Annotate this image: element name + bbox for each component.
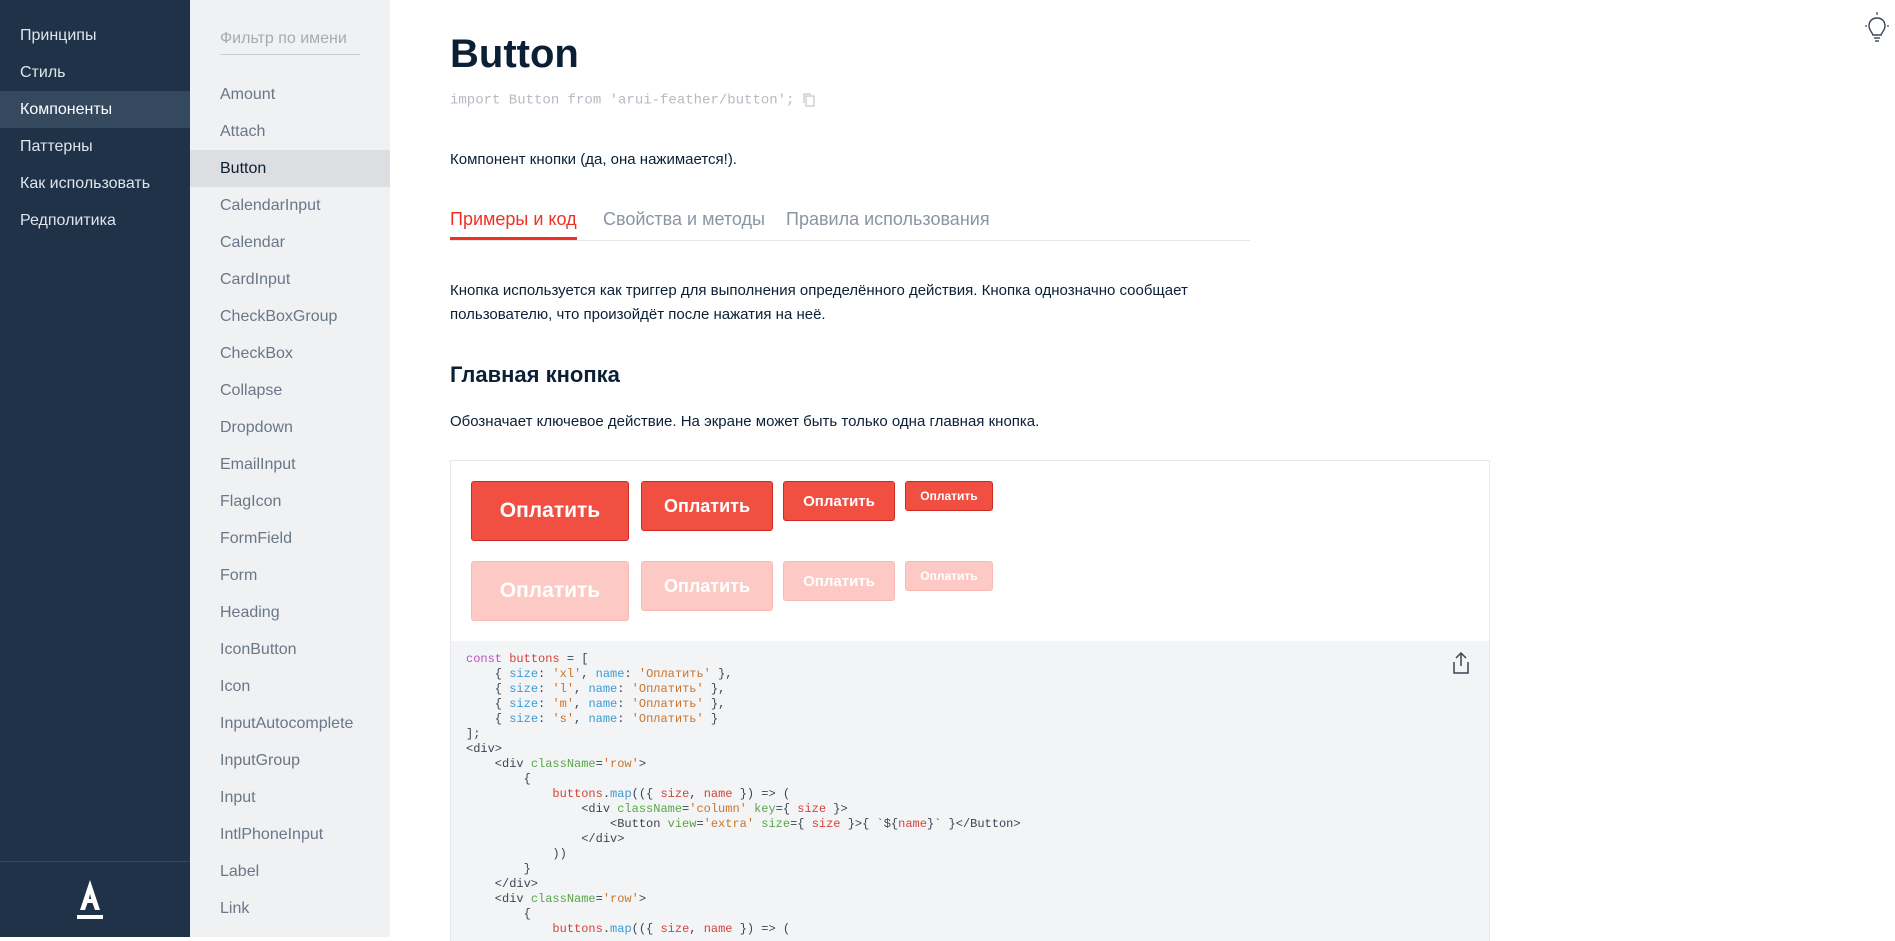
component-item-button[interactable]: Button — [190, 150, 390, 187]
tab-props[interactable]: Свойства и методы — [603, 203, 765, 240]
code-snippet: const buttons = [ { size: 'xl', name: 'О… — [466, 652, 1021, 936]
component-item-inputautocomplete[interactable]: InputAutocomplete — [190, 705, 390, 742]
lightbulb-icon[interactable] — [1863, 12, 1891, 46]
nav-item-style[interactable]: Стиль — [0, 54, 190, 91]
component-description: Компонент кнопки (да, она нажимается!). — [450, 151, 737, 168]
component-item-inputgroup[interactable]: InputGroup — [190, 742, 390, 779]
component-item-formfield[interactable]: FormField — [190, 520, 390, 557]
pay-button-m[interactable]: Оплатить — [783, 481, 895, 521]
share-icon[interactable] — [1451, 651, 1471, 675]
component-item-calendar[interactable]: Calendar — [190, 224, 390, 261]
component-item-dropdown[interactable]: Dropdown — [190, 409, 390, 446]
tab-examples[interactable]: Примеры и код — [450, 203, 577, 240]
component-item-amount[interactable]: Amount — [190, 76, 390, 113]
component-item-link[interactable]: Link — [190, 890, 390, 927]
component-list: Amount Attach Button CalendarInput Calen… — [190, 0, 390, 937]
section-description: Обозначает ключевое действие. На экране … — [450, 413, 1040, 430]
component-item-emailinput[interactable]: EmailInput — [190, 446, 390, 483]
component-item-intlphoneinput[interactable]: IntlPhoneInput — [190, 816, 390, 853]
nav-list: Принципы Стиль Компоненты Паттерны Как и… — [0, 0, 190, 239]
component-item-collapse[interactable]: Collapse — [190, 372, 390, 409]
component-items: Amount Attach Button CalendarInput Calen… — [190, 76, 390, 927]
pay-button-l[interactable]: Оплатить — [641, 481, 773, 531]
code-block[interactable]: const buttons = [ { size: 'xl', name: 'О… — [450, 641, 1490, 941]
component-item-form[interactable]: Form — [190, 557, 390, 594]
copy-icon[interactable] — [802, 92, 816, 108]
section-title: Главная кнопка — [450, 362, 620, 387]
main-nav: Принципы Стиль Компоненты Паттерны Как и… — [0, 0, 190, 937]
pay-button-xl-disabled: Оплатить — [471, 561, 629, 621]
component-item-checkbox[interactable]: CheckBox — [190, 335, 390, 372]
nav-item-how-to-use[interactable]: Как использовать — [0, 165, 190, 202]
component-item-input[interactable]: Input — [190, 779, 390, 816]
nav-item-editorial-policy[interactable]: Редполитика — [0, 202, 190, 239]
component-item-icon[interactable]: Icon — [190, 668, 390, 705]
tab-rules[interactable]: Правила использования — [786, 203, 990, 240]
component-item-label[interactable]: Label — [190, 853, 390, 890]
page-title: Button — [450, 32, 579, 76]
intro-paragraph: Кнопка используется как триггер для выпо… — [450, 282, 1188, 323]
filter-input[interactable] — [220, 24, 360, 55]
pay-button-xl[interactable]: Оплатить — [471, 481, 629, 541]
component-item-checkboxgroup[interactable]: CheckBoxGroup — [190, 298, 390, 335]
nav-item-components[interactable]: Компоненты — [0, 91, 190, 128]
component-item-calendarinput[interactable]: CalendarInput — [190, 187, 390, 224]
import-code: import Button from 'arui-feather/button'… — [450, 92, 795, 109]
component-item-attach[interactable]: Attach — [190, 113, 390, 150]
pay-button-s-disabled: Оплатить — [905, 561, 993, 591]
component-item-heading[interactable]: Heading — [190, 594, 390, 631]
pay-button-l-disabled: Оплатить — [641, 561, 773, 611]
component-item-iconbutton[interactable]: IconButton — [190, 631, 390, 668]
component-item-flagicon[interactable]: FlagIcon — [190, 483, 390, 520]
pay-button-s[interactable]: Оплатить — [905, 481, 993, 511]
nav-item-principles[interactable]: Принципы — [0, 17, 190, 54]
pay-button-m-disabled: Оплатить — [783, 561, 895, 601]
tabs: Примеры и код Свойства и методы Правила … — [450, 203, 1250, 241]
alfa-logo-icon[interactable] — [76, 878, 104, 922]
component-item-cardinput[interactable]: CardInput — [190, 261, 390, 298]
nav-item-patterns[interactable]: Паттерны — [0, 128, 190, 165]
button-demo: Оплатить Оплатить Оплатить Оплатить Опла… — [450, 460, 1490, 642]
nav-footer — [0, 861, 190, 937]
import-line: import Button from 'arui-feather/button'… — [450, 92, 816, 109]
